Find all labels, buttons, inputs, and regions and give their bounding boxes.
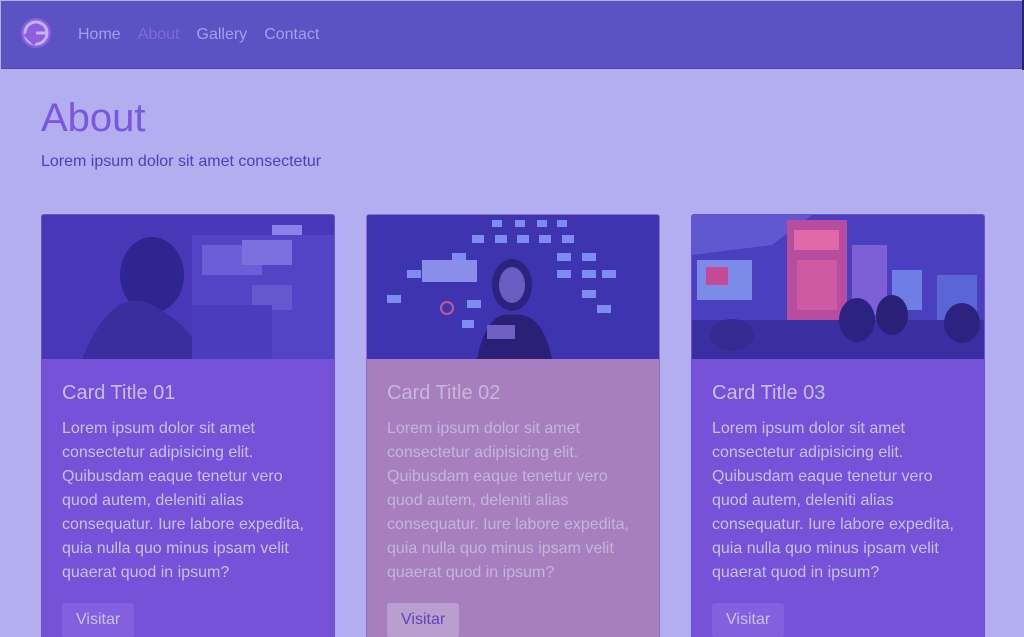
card-text: Lorem ipsum dolor sit amet consectetur a…: [62, 420, 304, 581]
card-image-space-invaders: [367, 215, 659, 359]
card-03: Card Title 03 Lorem ipsum dolor sit amet…: [691, 214, 985, 637]
visitar-button[interactable]: Visitar: [712, 603, 785, 637]
nav-link-gallery[interactable]: Gallery: [197, 25, 248, 45]
card-01: Card Title 01 Lorem ipsum dolor sit amet…: [41, 214, 335, 637]
visitar-button[interactable]: Visitar: [62, 603, 135, 637]
nav-links: Home About Gallery Contact: [78, 25, 336, 45]
card-02: Card Title 02 Lorem ipsum dolor sit amet…: [366, 214, 660, 637]
card-title: Card Title 01: [62, 382, 176, 404]
navbar: Home About Gallery Contact: [1, 1, 1022, 69]
card-text: Lorem ipsum dolor sit amet consectetur a…: [387, 420, 629, 581]
page-title: About: [41, 96, 146, 140]
card-image-neon-city: [692, 215, 984, 359]
card-image-gamer: [42, 215, 334, 359]
page-subtitle: Lorem ipsum dolor sit amet consectetur: [41, 153, 322, 170]
card-text: Lorem ipsum dolor sit amet consectetur a…: [712, 420, 954, 581]
nav-link-about[interactable]: About: [138, 25, 180, 45]
gatsby-logo-icon[interactable]: [19, 16, 53, 50]
nav-link-home[interactable]: Home: [78, 25, 121, 45]
card-title: Card Title 02: [387, 382, 501, 404]
card-title: Card Title 03: [712, 382, 826, 404]
nav-link-contact[interactable]: Contact: [264, 25, 319, 45]
visitar-button[interactable]: Visitar: [387, 603, 460, 637]
